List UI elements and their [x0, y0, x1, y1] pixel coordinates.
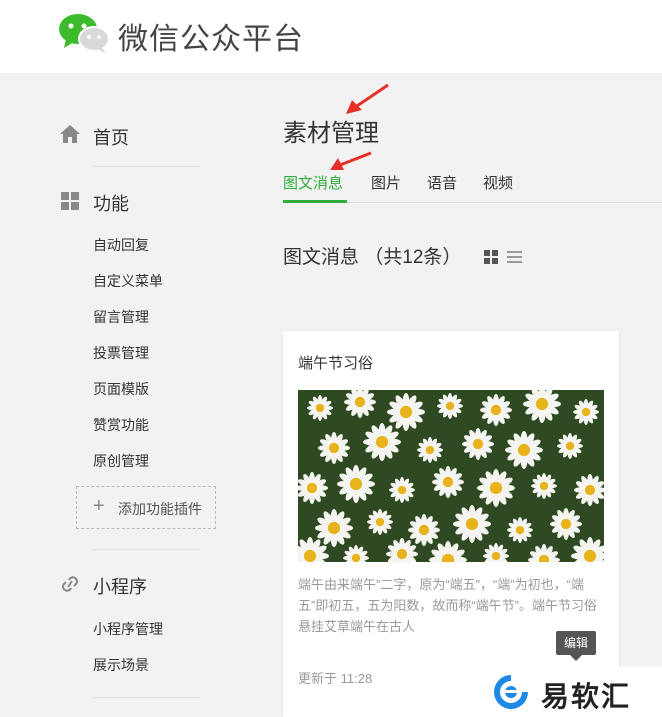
- tab-news[interactable]: 图文消息: [283, 172, 343, 193]
- edit-tooltip: 编辑: [556, 631, 596, 655]
- page-title: 素材管理: [283, 120, 379, 147]
- annotation-arrow-icon: [346, 83, 389, 114]
- watermark-logo-icon: [494, 675, 528, 709]
- plus-icon: +: [93, 495, 105, 517]
- sidebar-item-showcase[interactable]: 展示场景: [93, 655, 149, 675]
- grid-icon: [61, 192, 79, 210]
- wechat-logo-icon[interactable]: [58, 12, 112, 54]
- tab-audio[interactable]: 语音: [427, 172, 457, 193]
- add-plugin-button[interactable]: + 添加功能插件: [76, 486, 216, 529]
- add-plugin-label: 添加功能插件: [118, 501, 202, 517]
- watermark-text: 易软汇: [541, 681, 632, 712]
- sidebar-item-comments[interactable]: 留言管理: [93, 307, 149, 327]
- sidebar-item-miniprogram-manage[interactable]: 小程序管理: [93, 619, 163, 639]
- card-title[interactable]: 端午节习俗: [298, 352, 373, 373]
- home-icon: [60, 125, 80, 143]
- brand-title[interactable]: 微信公众平台: [118, 14, 304, 58]
- news-card[interactable]: 端午节习俗 端午由来端午”二字，原为“端五”，“端”为初也，“端五”即初五，五为…: [283, 331, 619, 717]
- sidebar-item-voting[interactable]: 投票管理: [93, 343, 149, 363]
- link-icon: [62, 576, 78, 592]
- sidebar-item-custom-menu[interactable]: 自定义菜单: [93, 271, 163, 291]
- grid-view-icon[interactable]: [484, 250, 498, 264]
- active-tab-indicator: [283, 200, 347, 203]
- list-view-icon[interactable]: [507, 250, 522, 264]
- sidebar-divider: [93, 549, 201, 550]
- sidebar-item-auto-reply[interactable]: 自动回复: [93, 235, 149, 255]
- news-count: 图文消息 （共12条）: [283, 247, 462, 268]
- tooltip-arrow: [570, 655, 582, 661]
- sidebar-section-miniprogram[interactable]: 小程序: [93, 573, 147, 599]
- tab-images[interactable]: 图片: [371, 172, 401, 193]
- sidebar-divider: [93, 697, 201, 698]
- top-bar: 微信公众平台: [0, 0, 662, 73]
- sidebar-item-original[interactable]: 原创管理: [93, 451, 149, 471]
- sidebar-item-page-template[interactable]: 页面模版: [93, 379, 149, 399]
- sidebar-divider: [93, 166, 201, 167]
- card-cover-image: [298, 390, 604, 562]
- annotation-arrow-icon: [330, 151, 372, 170]
- sidebar-section-features[interactable]: 功能: [93, 190, 129, 216]
- sidebar-item-reward[interactable]: 赞赏功能: [93, 415, 149, 435]
- sidebar-item-home[interactable]: 首页: [93, 124, 129, 150]
- tab-video[interactable]: 视频: [483, 172, 513, 193]
- card-updated-time: 更新于 11:28: [298, 671, 373, 686]
- card-description: 端午由来端午”二字，原为“端五”，“端”为初也，“端五”即初五，五为阳数，故而称…: [298, 577, 597, 634]
- watermark: 易软汇: [487, 667, 662, 717]
